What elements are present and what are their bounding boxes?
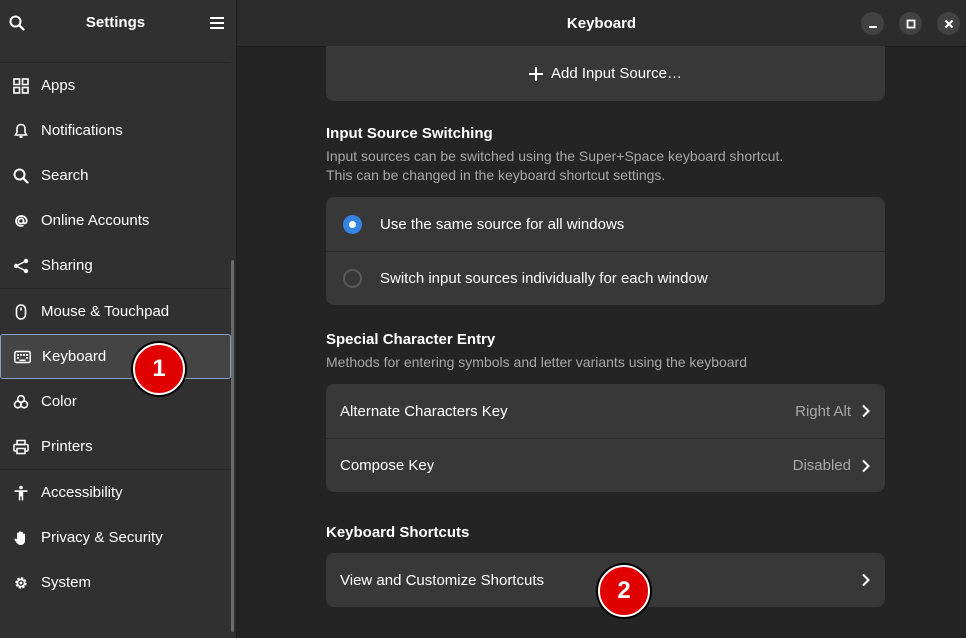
printer-icon	[12, 438, 30, 456]
plus-icon	[529, 66, 544, 81]
sidebar-item-label: Notifications	[41, 122, 123, 139]
annotation-badge-1: 1	[133, 343, 185, 395]
sidebar-item-label: Color	[41, 393, 77, 410]
sidebar-item-keyboard[interactable]: Keyboard	[0, 334, 231, 379]
sidebar-item-label: Privacy & Security	[41, 529, 163, 546]
share-icon	[12, 257, 30, 275]
sidebar-item-label: Accessibility	[41, 484, 123, 501]
sidebar-item-apps[interactable]: Apps	[0, 63, 231, 108]
minimize-button[interactable]	[861, 12, 884, 35]
close-button[interactable]	[937, 12, 960, 35]
sidebar-item-label: Apps	[41, 77, 76, 94]
sidebar-header: Settings	[0, 0, 236, 46]
sidebar-item-label: Printers	[41, 438, 93, 455]
keyboard-icon	[13, 348, 31, 366]
main-header: Keyboard	[237, 0, 966, 46]
bell-icon	[12, 122, 30, 140]
sidebar-item-label: Sharing	[41, 257, 93, 274]
main-menu-button[interactable]	[206, 12, 228, 34]
settings-content: Add Input Source… Input Source Switching…	[326, 46, 885, 607]
radio-selected[interactable]	[343, 214, 362, 234]
input-switching-card: Use the same source for all windows Swit…	[326, 197, 885, 305]
compose-key-row[interactable]: Compose Key Disabled	[326, 438, 885, 492]
mouse-icon	[12, 303, 30, 321]
sidebar-item-mouse-touchpad[interactable]: Mouse & Touchpad	[0, 289, 231, 334]
sidebar-title: Settings	[85, 14, 146, 31]
section-title-special-character: Special Character Entry	[326, 331, 496, 348]
row-label: Compose Key	[340, 457, 435, 474]
page-title: Keyboard	[566, 14, 637, 32]
sidebar-item-system[interactable]: System	[0, 560, 231, 605]
sidebar-item-online-accounts[interactable]: Online Accounts	[0, 198, 231, 243]
option-individual-source[interactable]: Switch input sources individually for ea…	[326, 251, 885, 305]
add-input-source-label: Add Input Source…	[551, 65, 682, 82]
sidebar-scrollbar[interactable]	[231, 260, 234, 632]
hand-icon	[12, 529, 30, 547]
sidebar-item-label: Keyboard	[42, 348, 107, 365]
radio-unselected[interactable]	[343, 269, 362, 288]
row-value: Disabled	[792, 457, 851, 474]
option-same-source[interactable]: Use the same source for all windows	[326, 197, 885, 251]
search-icon	[9, 15, 25, 31]
sidebar-item-privacy-security[interactable]: Privacy & Security	[0, 515, 231, 560]
minimize-icon	[868, 25, 877, 28]
sidebar-item-color[interactable]: Color	[0, 379, 231, 424]
sidebar-item-sharing[interactable]: Sharing	[0, 243, 231, 288]
option-label: Use the same source for all windows	[380, 215, 625, 233]
chevron-right-icon	[862, 459, 870, 472]
option-label: Switch input sources individually for ea…	[380, 270, 708, 287]
sidebar-item-label: Search	[41, 167, 89, 184]
gear-icon	[12, 574, 30, 592]
search-icon	[12, 167, 30, 185]
accessibility-icon	[12, 484, 30, 502]
main-panel: Keyboard Add Input Source… Input Source …	[237, 0, 966, 638]
row-value: Right Alt	[795, 402, 851, 420]
sidebar-item-label: System	[41, 574, 92, 591]
section-desc-special-character: Methods for entering symbols and letter …	[326, 354, 748, 370]
alternate-characters-key-row[interactable]: Alternate Characters Key Right Alt	[326, 384, 885, 438]
close-icon	[944, 19, 953, 28]
chevron-right-icon	[862, 573, 870, 587]
sidebar-item-search[interactable]: Search	[0, 153, 231, 198]
section-title-input-switching: Input Source Switching	[326, 125, 493, 142]
window-controls	[861, 12, 960, 35]
annotation-badge-2: 2	[598, 565, 650, 617]
sidebar-item-notifications[interactable]: Notifications	[0, 108, 231, 153]
add-input-source-button[interactable]: Add Input Source…	[326, 46, 885, 101]
section-desc-input-switching: Input sources can be switched using the …	[326, 147, 885, 185]
row-label: View and Customize Shortcuts	[340, 571, 544, 589]
sidebar-item-accessibility[interactable]: Accessibility	[0, 470, 231, 515]
sidebar-item-label: Mouse & Touchpad	[41, 303, 170, 320]
search-button[interactable]	[6, 12, 28, 34]
hamburger-icon	[210, 17, 224, 29]
row-label: Alternate Characters Key	[340, 402, 508, 420]
section-desc-line: Input sources can be switched using the …	[326, 148, 784, 164]
apps-icon	[12, 77, 30, 95]
special-character-card: Alternate Characters Key Right Alt Compo…	[326, 384, 885, 492]
sidebar-list: Apps Notifications Search Online Account…	[0, 62, 231, 605]
sidebar-item-label: Online Accounts	[41, 212, 150, 229]
chevron-right-icon	[862, 404, 870, 418]
section-desc-line: This can be changed in the keyboard shor…	[326, 167, 666, 183]
section-title-keyboard-shortcuts: Keyboard Shortcuts	[326, 524, 470, 541]
settings-window: Settings Apps Notifications Search Onlin…	[0, 0, 966, 638]
sidebar-item-printers[interactable]: Printers	[0, 424, 231, 469]
at-icon	[12, 212, 30, 230]
maximize-button[interactable]	[899, 12, 922, 35]
color-icon	[12, 393, 30, 411]
maximize-icon	[906, 19, 915, 28]
sidebar: Settings Apps Notifications Search Onlin…	[0, 0, 237, 638]
